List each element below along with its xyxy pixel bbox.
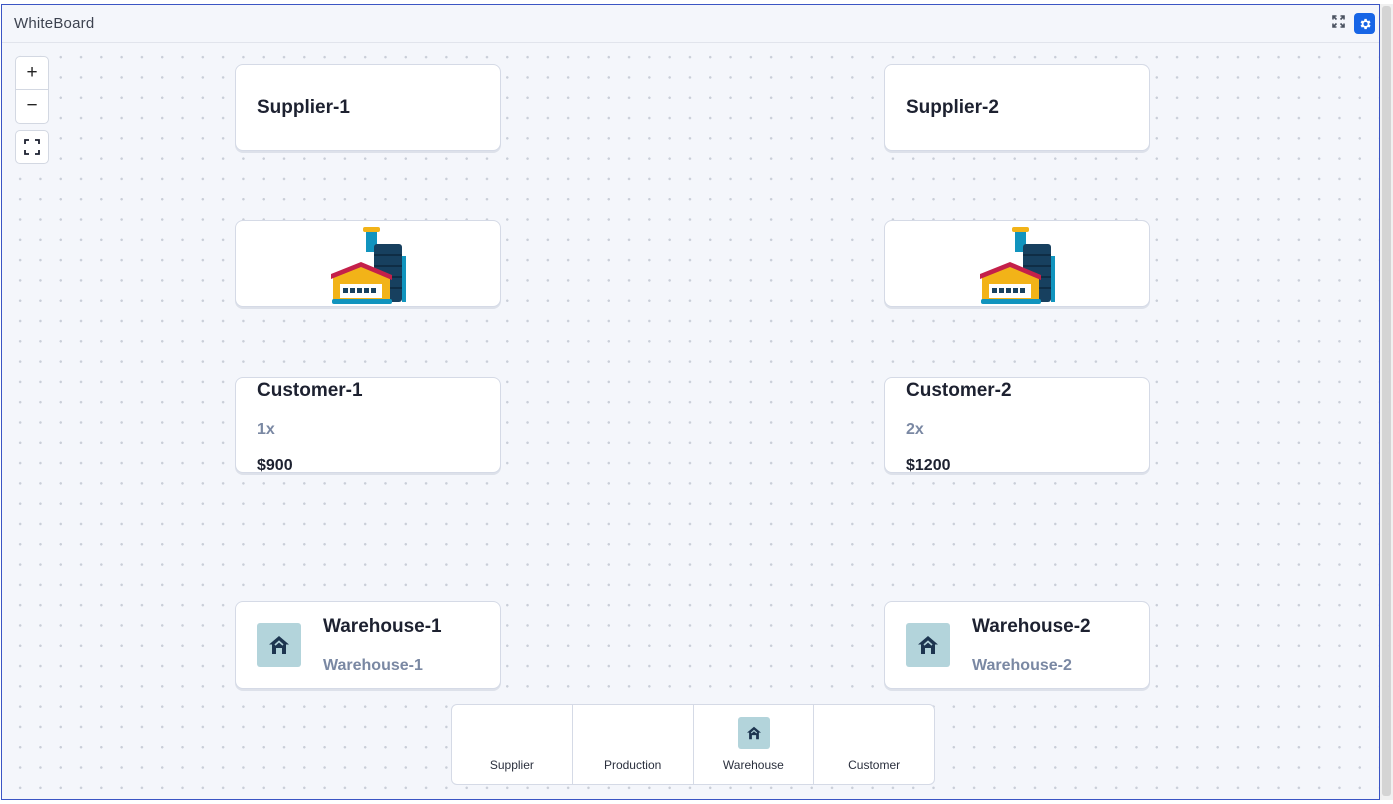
fit-view-icon	[24, 139, 40, 155]
node-title: Warehouse-2	[972, 616, 1091, 637]
scrollbar-thumb[interactable]	[1382, 6, 1391, 796]
expand-icon[interactable]	[1329, 14, 1347, 32]
production-node-1[interactable]	[235, 220, 501, 307]
production-node-2[interactable]	[884, 220, 1150, 307]
node-price: $900	[257, 457, 293, 474]
palette-item-label: Production	[603, 758, 662, 772]
palette-item-supplier[interactable]: Supplier	[452, 705, 573, 784]
palette-item-customer[interactable]: Customer	[814, 705, 934, 784]
home-icon	[737, 717, 770, 749]
zoom-in-button[interactable]: +	[16, 57, 48, 90]
window-header: WhiteBoard	[2, 5, 1379, 43]
settings-button[interactable]	[1354, 13, 1375, 34]
node-palette: Supplier Production Warehouse Customer	[451, 704, 935, 785]
palette-item-warehouse[interactable]: Warehouse	[694, 705, 815, 784]
warehouse-node-2[interactable]: Warehouse-2 Warehouse-2	[884, 601, 1150, 689]
factory-icon	[331, 227, 406, 304]
customer-node-1[interactable]: Customer-1 1x $900	[235, 377, 501, 474]
node-subtitle: Warehouse-2	[972, 657, 1072, 674]
whiteboard-window: WhiteBoard + − Supplier-1 Supplier-2 Cus…	[1, 4, 1380, 800]
fit-view-button[interactable]	[15, 130, 49, 164]
node-subtitle: Warehouse-1	[323, 657, 423, 674]
zoom-out-button[interactable]: −	[16, 90, 48, 122]
supplier-node-2[interactable]: Supplier-2	[884, 64, 1150, 151]
palette-item-production[interactable]: Production	[573, 705, 694, 784]
whiteboard-canvas[interactable]: + − Supplier-1 Supplier-2 Customer-1 1x …	[2, 43, 1379, 799]
node-title: Customer-1	[257, 380, 363, 401]
palette-item-label: Supplier	[489, 758, 534, 772]
window-title: WhiteBoard	[14, 15, 95, 32]
factory-icon	[980, 227, 1055, 304]
zoom-controls: + −	[15, 56, 49, 124]
node-title: Supplier-1	[257, 97, 350, 118]
palette-item-label: Customer	[848, 758, 901, 772]
warehouse-node-1[interactable]: Warehouse-1 Warehouse-1	[235, 601, 501, 689]
gear-icon	[1360, 18, 1371, 29]
node-title: Supplier-2	[906, 97, 999, 118]
node-quantity: 1x	[257, 421, 275, 438]
supplier-node-1[interactable]: Supplier-1	[235, 64, 501, 151]
palette-item-label: Warehouse	[722, 758, 784, 772]
home-icon	[257, 623, 301, 667]
customer-node-2[interactable]: Customer-2 2x $1200	[884, 377, 1150, 474]
home-icon	[906, 623, 950, 667]
node-title: Warehouse-1	[323, 616, 442, 637]
node-quantity: 2x	[906, 421, 924, 438]
node-title: Customer-2	[906, 380, 1012, 401]
node-price: $1200	[906, 457, 951, 474]
